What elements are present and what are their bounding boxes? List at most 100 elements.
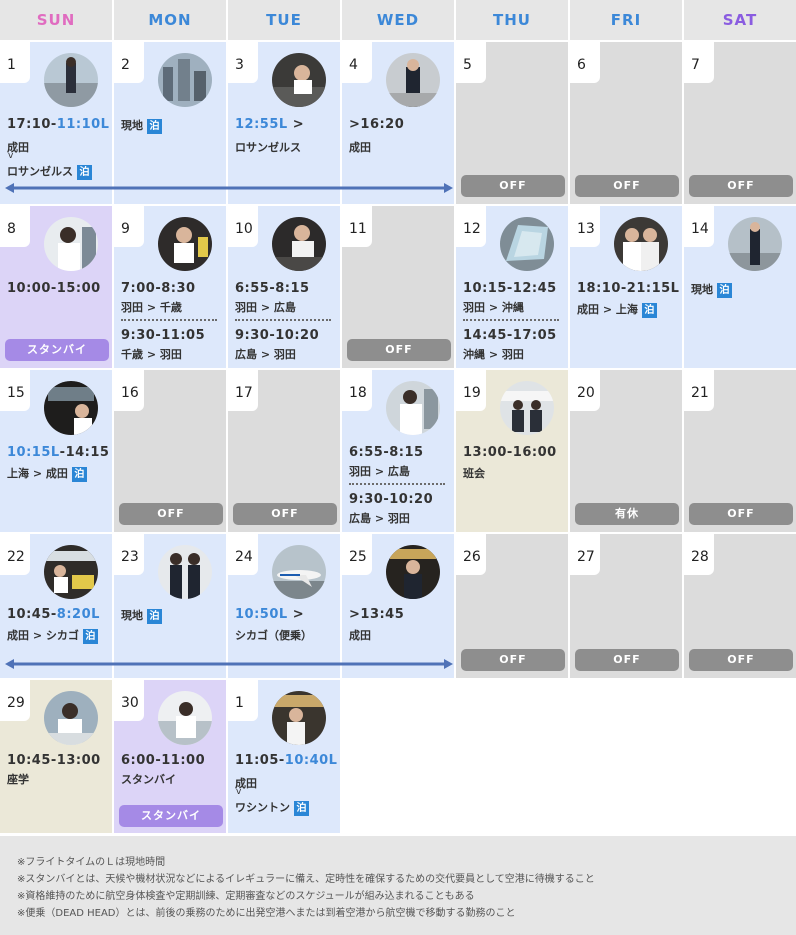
day-cell-13[interactable]: 13 18:10-21:15L 成田 > 上海泊 <box>570 206 682 368</box>
pilot-photo <box>386 381 440 435</box>
day-number: 1 <box>228 680 258 721</box>
day-cell-18[interactable]: 18 6:55-8:15 羽田 > 広島 9:30-10:20 広島 > 羽田 <box>342 370 454 532</box>
local-time: 12:55L <box>235 117 288 132</box>
off-button[interactable]: OFF <box>461 175 565 197</box>
day-cell-8[interactable]: 8 10:00-15:00 スタンバイ <box>0 206 112 368</box>
day-cell-30[interactable]: 30 6:00-11:00 スタンバイ スタンバイ <box>114 680 226 833</box>
day-cell-next-1[interactable]: 1 11:05-10:40L 成田 v ワシントン泊 <box>228 680 340 833</box>
day-number: 18 <box>342 370 372 411</box>
local-time: 11:10L <box>56 117 110 132</box>
route: 成田 > 上海 <box>577 303 638 316</box>
day-cell-10[interactable]: 10 6:55-8:15 羽田 > 広島 9:30-10:20 広島 > 羽田 <box>228 206 340 368</box>
pilot-photo <box>44 217 98 271</box>
divider <box>235 319 331 321</box>
off-button[interactable]: OFF <box>689 503 793 525</box>
day-cell-19[interactable]: 19 13:00-16:00 班会 <box>456 370 568 532</box>
off-button[interactable]: OFF <box>689 175 793 197</box>
destination: ロサンゼルス <box>7 165 73 178</box>
day-cell-6[interactable]: 6 OFF <box>570 42 682 204</box>
day-cell-1[interactable]: 1 17:10-11:10L 成田 v ロサンゼルス泊 <box>0 42 112 204</box>
event-label: スタンバイ <box>121 773 176 786</box>
off-button[interactable]: OFF <box>689 649 793 671</box>
off-button[interactable]: OFF <box>575 175 679 197</box>
trip-span-arrow-icon <box>5 183 453 193</box>
day-cell-15[interactable]: 15 10:15L-14:15 上海 > 成田泊 <box>0 370 112 532</box>
day-cell-7[interactable]: 7 OFF <box>684 42 796 204</box>
city-photo <box>158 53 212 107</box>
route-2: 広島 > 羽田 <box>235 348 296 361</box>
dead-head-route: シカゴ（便乗） <box>235 629 312 642</box>
off-button[interactable]: OFF <box>575 649 679 671</box>
standby-button[interactable]: スタンバイ <box>5 339 109 361</box>
day-cell-2[interactable]: 2 現地泊 <box>114 42 226 204</box>
day-number: 1 <box>0 42 30 83</box>
flight-time-2: 14:45-17:05 <box>463 328 557 343</box>
route-1: 羽田 > 広島 <box>349 465 410 478</box>
day-cell-5[interactable]: 5 OFF <box>456 42 568 204</box>
paid-leave-button[interactable]: 有休 <box>575 503 679 525</box>
origin: ロサンゼルス <box>235 141 301 154</box>
day-number: 16 <box>114 370 144 411</box>
day-cell-9[interactable]: 9 7:00-8:30 羽田 > 千歳 9:30-11:05 千歳 > 羽田 <box>114 206 226 368</box>
stay-badge: 泊 <box>147 608 162 624</box>
stay-badge: 泊 <box>641 302 657 318</box>
day-cell-22[interactable]: 22 10:45-8:20L 成田 > シカゴ泊 <box>0 534 112 678</box>
standby-button[interactable]: スタンバイ <box>119 805 223 827</box>
flight-time: 17:10- <box>7 117 57 132</box>
day-cell-28[interactable]: 28 OFF <box>684 534 796 678</box>
day-number: 25 <box>342 534 372 575</box>
day-cell-14[interactable]: 14 現地泊 <box>684 206 796 368</box>
day-number: 22 <box>0 534 30 575</box>
flight-time-2: 9:30-11:05 <box>121 328 206 343</box>
day-cell-12[interactable]: 12 10:15-12:45 羽田 > 沖縄 14:45-17:05 沖縄 > … <box>456 206 568 368</box>
day-cell-25[interactable]: 25 >13:45 成田 <box>342 534 454 678</box>
day-number: 23 <box>114 534 144 575</box>
office-photo <box>44 545 98 599</box>
day-number: 5 <box>456 42 486 83</box>
off-button[interactable]: OFF <box>119 503 223 525</box>
day-cell-24[interactable]: 24 10:50L > シカゴ（便乗） <box>228 534 340 678</box>
day-cell-4[interactable]: 4 >16:20 成田 <box>342 42 454 204</box>
day-cell-29[interactable]: 29 10:45-13:00 座学 <box>0 680 112 833</box>
day-cell-3[interactable]: 3 12:55L > ロサンゼルス <box>228 42 340 204</box>
crew-photo <box>158 545 212 599</box>
off-button[interactable]: OFF <box>233 503 337 525</box>
route-1: 羽田 > 千歳 <box>121 301 182 314</box>
day-number: 8 <box>0 206 30 247</box>
header-thu: THU <box>493 11 531 29</box>
office-photo <box>158 691 212 745</box>
notes-footer: ※フライトタイムのＬは現地時間 ※スタンバイとは、天候や機材状況などによるイレギ… <box>0 836 796 935</box>
route: 成田 > シカゴ <box>7 629 79 642</box>
route-2: 沖縄 > 羽田 <box>463 348 524 361</box>
flight-time-1: 6:55-8:15 <box>349 445 424 460</box>
local-time: 8:20L <box>56 607 100 622</box>
day-number: 20 <box>570 370 600 411</box>
flight-time-2: 9:30-10:20 <box>349 492 434 507</box>
meeting-photo <box>500 381 554 435</box>
stay-badge: 泊 <box>294 800 309 816</box>
day-cell-11[interactable]: 11 OFF <box>342 206 454 368</box>
day-number: 12 <box>456 206 486 247</box>
off-button[interactable]: OFF <box>347 339 451 361</box>
destination: 成田 <box>349 141 371 154</box>
event-label: 班会 <box>463 467 485 480</box>
airplane-photo <box>272 545 326 599</box>
cockpit-photo <box>158 217 212 271</box>
day-cell-21[interactable]: 21 OFF <box>684 370 796 532</box>
day-cell-23[interactable]: 23 現地泊 <box>114 534 226 678</box>
header-sun: SUN <box>36 11 76 29</box>
day-cell-20[interactable]: 20 有休 <box>570 370 682 532</box>
study-photo <box>44 691 98 745</box>
day-cell-27[interactable]: 27 OFF <box>570 534 682 678</box>
day-cell-26[interactable]: 26 OFF <box>456 534 568 678</box>
flight-time-1: 7:00-8:30 <box>121 281 196 296</box>
off-button[interactable]: OFF <box>461 649 565 671</box>
flight-time: 18:10-21:15L <box>577 281 680 296</box>
pilot-photo <box>386 53 440 107</box>
day-cell-16[interactable]: 16 OFF <box>114 370 226 532</box>
route-2: 千歳 > 羽田 <box>121 348 182 361</box>
day-cell-17[interactable]: 17 OFF <box>228 370 340 532</box>
flight-time: 10:45- <box>7 607 57 622</box>
local-time: 10:15L <box>7 445 60 460</box>
day-number: 24 <box>228 534 258 575</box>
